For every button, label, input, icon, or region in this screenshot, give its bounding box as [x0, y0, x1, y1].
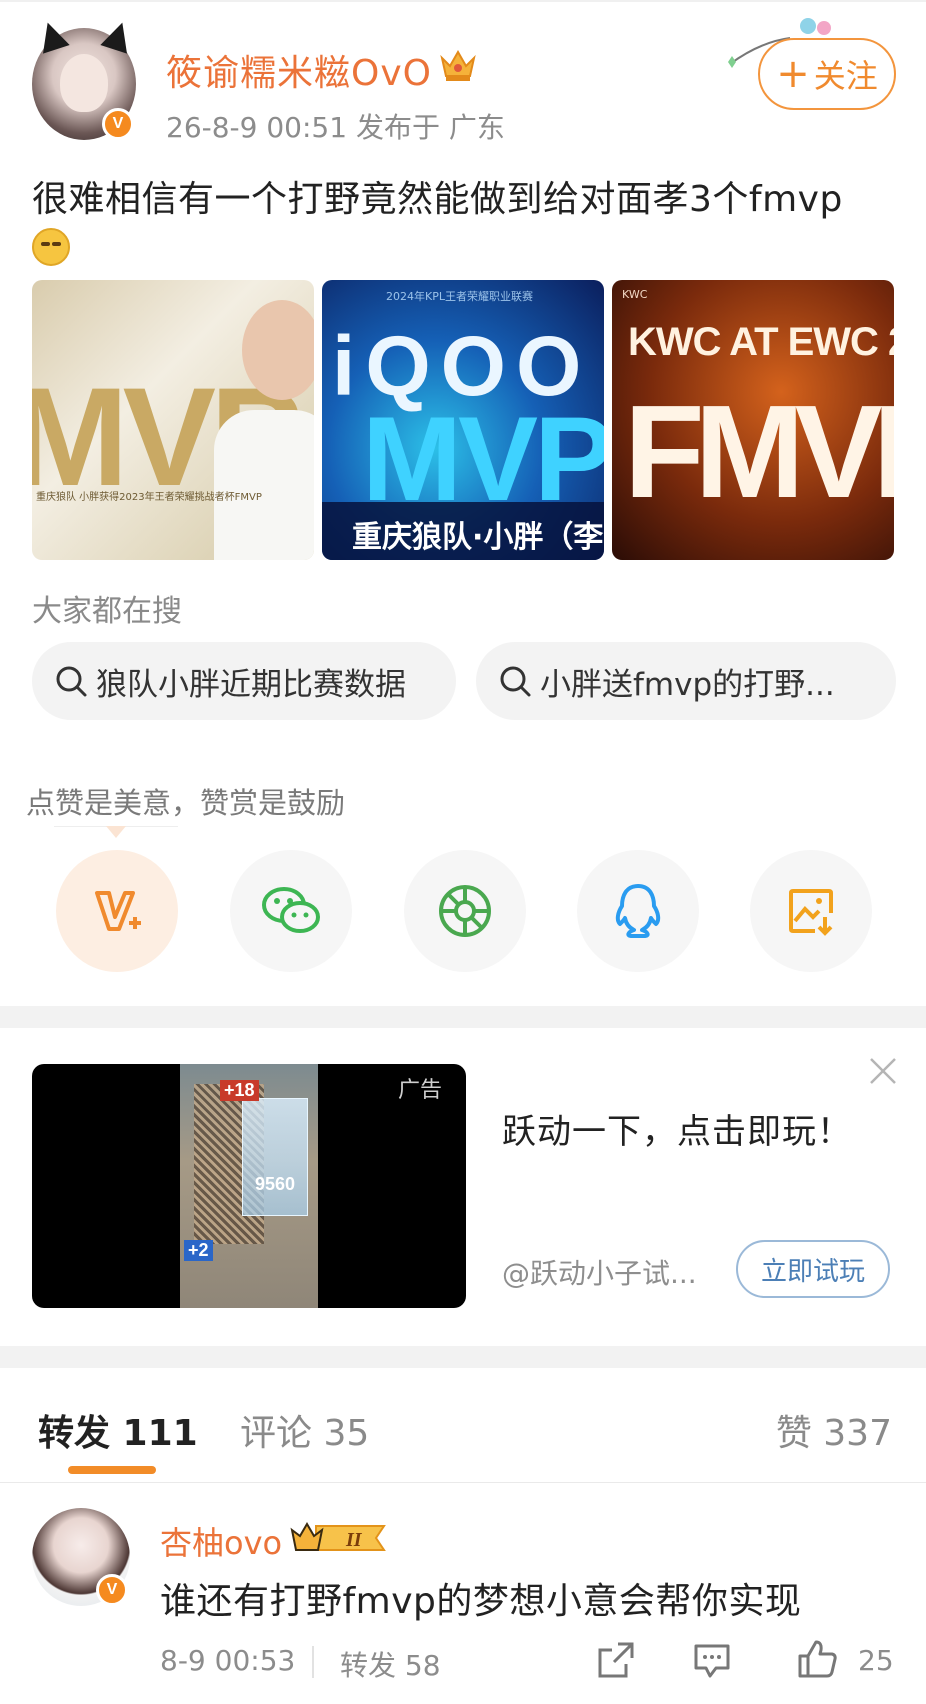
share-moments-button[interactable]	[404, 850, 526, 972]
image-fmvp-text: FMVP	[624, 378, 894, 525]
share-icon[interactable]	[596, 1640, 636, 1680]
comment-icon[interactable]	[692, 1640, 732, 1680]
image-league-text: 2024年KPL王者荣耀职业联赛	[386, 290, 533, 303]
close-icon[interactable]	[868, 1056, 898, 1086]
reward-hint-text: 点赞是美意，赞赏是鼓励	[26, 786, 346, 820]
like-count: 25	[858, 1644, 894, 1677]
crown-level-badge-icon: II	[290, 1522, 386, 1551]
search-suggestion-chip[interactable]: 小胖送fmvp的打野...	[476, 642, 896, 720]
crown-icon	[440, 49, 476, 81]
ad-game-score: 9560	[254, 1174, 296, 1194]
author-avatar[interactable]: V	[32, 18, 138, 142]
search-suggestion-text: 小胖送fmvp的打野...	[540, 666, 835, 703]
wechat-icon	[262, 887, 320, 933]
reward-button[interactable]	[56, 850, 178, 972]
author-username[interactable]: 筱谕糯米糍OvO	[166, 44, 432, 96]
post-image-3[interactable]: KWC KWC AT EWC 26 FMVP	[612, 280, 894, 560]
save-image-button[interactable]	[750, 850, 872, 972]
tab-comment[interactable]: 评论 35	[240, 1404, 369, 1456]
plus-icon: +	[776, 51, 810, 97]
repost-time: 8-9 00:53	[160, 1644, 296, 1677]
level-text: II	[345, 1529, 363, 1551]
verified-badge-icon: V	[102, 108, 134, 140]
player-face	[242, 300, 314, 400]
image-event-title: KWC AT EWC 26	[628, 320, 894, 364]
section-divider	[0, 1346, 926, 1368]
tab-divider	[0, 1482, 926, 1483]
ad-game-plus: +2	[184, 1240, 213, 1261]
post-image-2[interactable]: 2024年KPL王者荣耀职业联赛 iQOO MVP 重庆狼队·小胖（李	[322, 280, 604, 560]
search-icon	[56, 666, 87, 697]
repost-text: 谁还有打野fmvp的梦想小意会帮你实现	[160, 1581, 802, 1622]
repost-count[interactable]: 转发 58	[340, 1644, 441, 1684]
smirk-emoji-icon	[32, 228, 70, 266]
tab-repost[interactable]: 转发 111	[38, 1404, 198, 1456]
moments-aperture-icon	[439, 885, 491, 937]
ad-game-preview: 9560 +2 +18	[180, 1064, 318, 1308]
image-player-banner: 重庆狼队·小胖（李	[322, 502, 604, 560]
reward-v-plus-icon	[95, 891, 141, 931]
share-wechat-button[interactable]	[230, 850, 352, 972]
player-body	[214, 410, 314, 560]
top-divider	[0, 0, 926, 2]
tab-like[interactable]: 赞 337	[776, 1404, 892, 1456]
follow-label: 关注	[813, 57, 878, 95]
active-tab-indicator	[68, 1466, 156, 1474]
ad-label: 广告	[398, 1078, 443, 1103]
post-image-1[interactable]: MVP 重庆狼队 小胖获得2023年王者荣耀挑战者杯FMVP	[32, 280, 314, 560]
follow-button[interactable]: + 关注	[758, 38, 896, 110]
image-logo-text: KWC	[622, 288, 648, 301]
ad-game-bonus: +18	[220, 1080, 259, 1101]
post-body-text: 很难相信有一个打野竟然能做到给对面孝3个fmvp	[32, 179, 843, 220]
thumbs-up-icon[interactable]	[796, 1638, 838, 1680]
image-caption: 重庆狼队 小胖获得2023年王者荣耀挑战者杯FMVP	[36, 492, 262, 503]
hint-caret	[106, 826, 126, 838]
search-section-title: 大家都在搜	[32, 594, 182, 629]
repost-username[interactable]: 杏柚ovo	[160, 1518, 282, 1564]
share-qq-button[interactable]	[577, 850, 699, 972]
meta-separator	[312, 1646, 314, 1678]
verified-badge-icon: V	[96, 1574, 128, 1606]
ad-title[interactable]: 跃动一下，点击即玩！	[502, 1104, 852, 1153]
section-divider	[0, 1006, 926, 1028]
ad-account-name[interactable]: @跃动小子试...	[502, 1252, 697, 1292]
ad-game-tank	[242, 1098, 308, 1216]
search-suggestion-chip[interactable]: 狼队小胖近期比赛数据	[32, 642, 456, 720]
post-time-location: 26-8-9 00:51 发布于 广东	[166, 111, 505, 144]
search-suggestion-text: 狼队小胖近期比赛数据	[96, 666, 406, 703]
qq-penguin-icon	[615, 884, 661, 938]
save-image-icon	[789, 889, 833, 936]
ad-try-now-button[interactable]: 立即试玩	[736, 1240, 890, 1298]
search-icon	[500, 666, 531, 697]
